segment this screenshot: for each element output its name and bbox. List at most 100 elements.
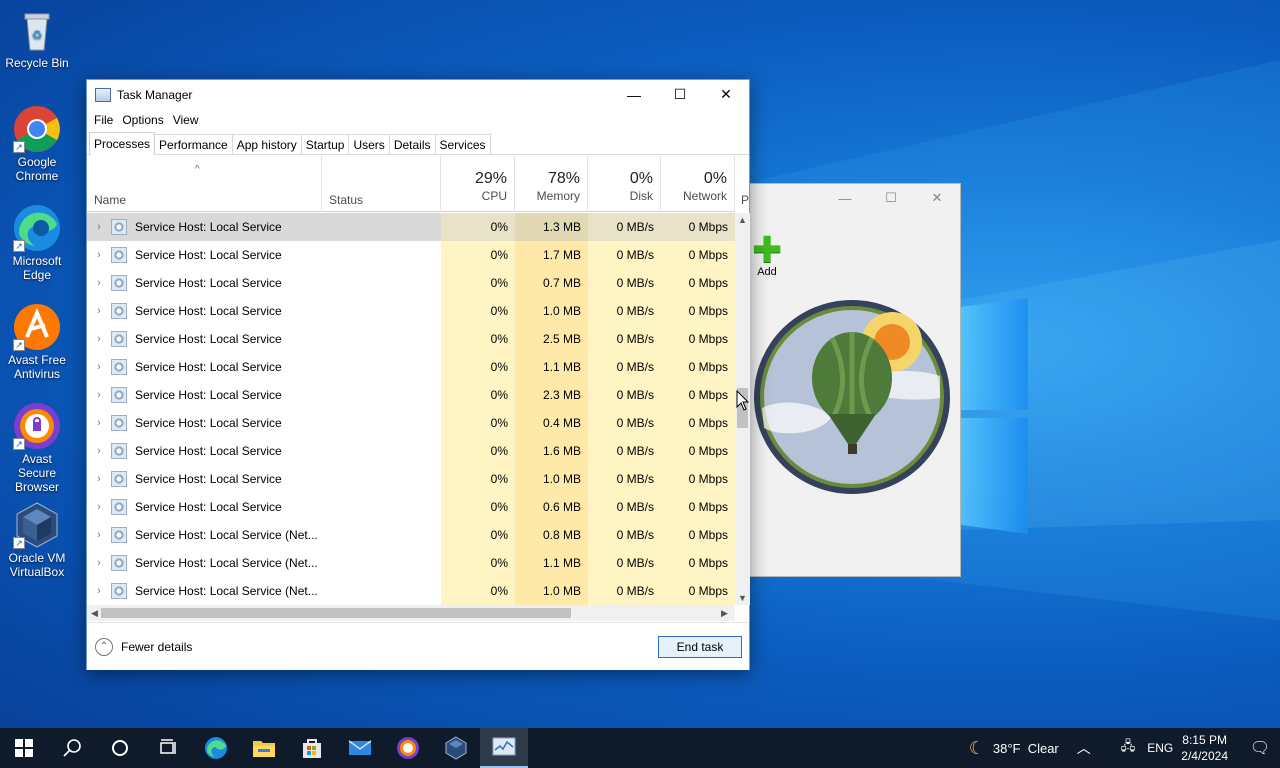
minimize-icon: —	[627, 86, 641, 103]
chevron-right-icon[interactable]: ›	[87, 277, 111, 289]
table-row[interactable]: › Service Host: Local Service 0% 2.5 MB 0 MB…	[87, 325, 735, 353]
chevron-right-icon[interactable]: ›	[87, 501, 111, 513]
chevron-right-icon[interactable]: ›	[87, 389, 111, 401]
tab-startup[interactable]: Startup	[300, 134, 350, 154]
table-row[interactable]: › Service Host: Local Service 0% 0.7 MB 0 MB…	[87, 269, 735, 297]
column-header-memory[interactable]: 78% Memory	[515, 156, 588, 212]
scroll-left-icon[interactable]: ◀	[91, 605, 98, 621]
task-view-button[interactable]	[144, 728, 192, 768]
close-icon[interactable]: ✕	[914, 190, 960, 206]
cpu-cell: 0%	[441, 521, 515, 549]
table-row[interactable]: › Service Host: Local Service 0% 1.0 MB 0 MB…	[87, 465, 735, 493]
process-name: Service Host: Local Service	[135, 444, 282, 458]
scroll-right-icon[interactable]: ▶	[721, 605, 728, 621]
tab-users[interactable]: Users	[348, 134, 390, 154]
table-row[interactable]: › Service Host: Local Service (Net... 0% 1.…	[87, 549, 735, 577]
horizontal-scroll-thumb[interactable]	[101, 608, 571, 618]
minimize-button[interactable]: —	[611, 80, 657, 109]
maximize-button[interactable]: ☐	[657, 80, 703, 109]
end-task-button[interactable]: End task	[658, 636, 742, 658]
table-row[interactable]: › Service Host: Local Service (Net... 0% 1.…	[87, 577, 735, 605]
network-icon[interactable]: 🖧	[1121, 737, 1136, 759]
cortana-button[interactable]	[96, 728, 144, 768]
taskbar-store[interactable]	[288, 728, 336, 768]
chevron-right-icon[interactable]: ›	[87, 333, 111, 345]
table-row[interactable]: › Service Host: Local Service 0% 1.6 MB 0 MB…	[87, 437, 735, 465]
chevron-right-icon[interactable]: ›	[87, 557, 111, 569]
horizontal-scrollbar[interactable]: ◀ ▶	[87, 605, 735, 621]
language-indicator[interactable]: ENG	[1147, 741, 1173, 755]
column-header-disk[interactable]: 0% Disk	[588, 156, 661, 212]
add-button[interactable]: ✚ Add	[752, 232, 782, 279]
tab-performance[interactable]: Performance	[154, 134, 233, 154]
disk-cell: 0 MB/s	[588, 269, 661, 297]
tab-services[interactable]: Services	[434, 134, 491, 154]
chevron-right-icon[interactable]: ›	[87, 221, 111, 233]
desktop-icon-avast-browser[interactable]: ↗ Avast Secure Browser	[2, 402, 72, 494]
weather-text[interactable]: 38°F Clear	[993, 741, 1059, 756]
chevron-right-icon[interactable]: ›	[87, 249, 111, 261]
recycle-bin-icon: ♻	[13, 6, 61, 54]
photo-app-titlebar: — ☐ ✕	[750, 184, 960, 212]
column-header-status[interactable]: Status	[322, 156, 441, 212]
column-header-name[interactable]: ^ Name	[87, 156, 322, 212]
table-row[interactable]: › Service Host: Local Service 0% 1.0 MB 0 MB…	[87, 297, 735, 325]
desktop-icon-recycle-bin[interactable]: ♻ Recycle Bin	[2, 6, 72, 70]
chevron-right-icon[interactable]: ›	[87, 361, 111, 373]
fewer-details-button[interactable]: ⌃ Fewer details	[95, 638, 192, 656]
task-manager-window[interactable]: Task Manager — ☐ ✕ File Options View Pro…	[86, 79, 750, 670]
taskbar-edge[interactable]	[192, 728, 240, 768]
taskbar-mail[interactable]	[336, 728, 384, 768]
mail-icon	[348, 740, 372, 755]
menu-file[interactable]: File	[91, 113, 119, 127]
show-hidden-icons-icon[interactable]: ︿	[1077, 738, 1091, 758]
close-button[interactable]: ✕	[703, 80, 749, 109]
chevron-right-icon[interactable]: ›	[87, 445, 111, 457]
maximize-icon[interactable]: ☐	[868, 190, 914, 206]
clock[interactable]: 8:15 PM 2/4/2024	[1181, 732, 1228, 764]
desktop-icon-edge[interactable]: ↗ Microsoft Edge	[2, 204, 72, 282]
disk-cell: 0 MB/s	[588, 493, 661, 521]
cpu-cell: 0%	[441, 409, 515, 437]
table-row[interactable]: › Service Host: Local Service 0% 0.4 MB 0 MB…	[87, 409, 735, 437]
table-row[interactable]: › Service Host: Local Service 0% 1.1 MB 0 MB…	[87, 353, 735, 381]
desktop-icon-virtualbox[interactable]: ↗ Oracle VM VirtualBox	[2, 501, 72, 579]
column-header-cpu[interactable]: 29% CPU	[441, 156, 515, 212]
scroll-up-icon[interactable]: ▲	[735, 215, 750, 225]
tab-app-history[interactable]: App history	[231, 134, 302, 154]
scroll-down-icon[interactable]: ▼	[735, 593, 750, 603]
search-button[interactable]	[48, 728, 96, 768]
titlebar[interactable]: Task Manager — ☐ ✕	[87, 80, 749, 109]
disk-cell: 0 MB/s	[588, 521, 661, 549]
column-header-network[interactable]: 0% Network	[661, 156, 735, 212]
table-row[interactable]: › Service Host: Local Service 0% 1.7 MB 0 MB…	[87, 241, 735, 269]
chevron-right-icon[interactable]: ›	[87, 417, 111, 429]
desktop-icon-label: Avast Secure Browser	[14, 452, 59, 494]
table-row[interactable]: › Service Host: Local Service 0% 1.3 MB 0 MB…	[87, 213, 735, 241]
start-button[interactable]	[0, 728, 48, 768]
chevron-right-icon[interactable]: ›	[87, 529, 111, 541]
tab-details[interactable]: Details	[388, 134, 436, 154]
taskbar-file-explorer[interactable]	[240, 728, 288, 768]
menu-view[interactable]: View	[170, 113, 205, 127]
minimize-icon[interactable]: —	[822, 191, 868, 206]
chevron-right-icon[interactable]: ›	[87, 473, 111, 485]
chevron-right-icon[interactable]: ›	[87, 305, 111, 317]
desktop-icon-chrome[interactable]: ↗ Google Chrome	[2, 105, 72, 183]
virtualbox-icon: ↗	[13, 501, 61, 549]
service-host-icon	[111, 331, 127, 347]
column-header-power-partial[interactable]: P	[735, 156, 749, 212]
menu-options[interactable]: Options	[119, 113, 169, 127]
table-row[interactable]: › Service Host: Local Service (Net... 0% 0.…	[87, 521, 735, 549]
cpu-cell: 0%	[441, 493, 515, 521]
taskbar-avast-browser[interactable]	[384, 728, 432, 768]
tab-processes[interactable]: Processes	[89, 132, 156, 155]
taskbar-virtualbox[interactable]	[432, 728, 480, 768]
taskbar-task-manager[interactable]	[480, 728, 528, 768]
table-row[interactable]: › Service Host: Local Service 0% 2.3 MB 0 MB…	[87, 381, 735, 409]
desktop-icon-avast-antivirus[interactable]: ↗ Avast Free Antivirus	[2, 303, 72, 381]
chevron-right-icon[interactable]: ›	[87, 585, 111, 597]
photo-app-window[interactable]: — ☐ ✕ ✚ Add	[750, 183, 961, 577]
table-row[interactable]: › Service Host: Local Service 0% 0.6 MB 0 MB…	[87, 493, 735, 521]
notifications-icon[interactable]: 🗨	[1240, 738, 1280, 758]
